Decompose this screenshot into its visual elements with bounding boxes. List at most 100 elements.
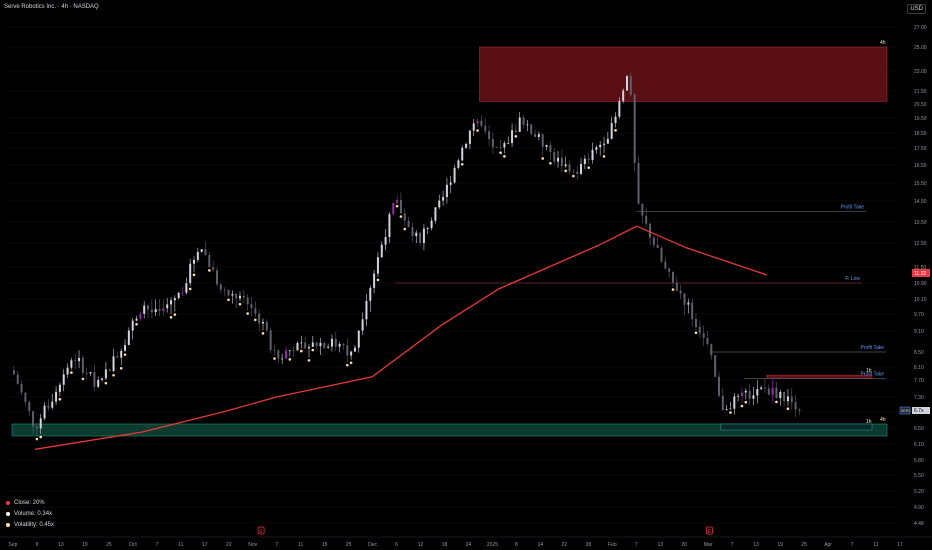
candle-body <box>284 350 287 359</box>
candle-body <box>143 305 146 314</box>
candle-body <box>131 320 134 331</box>
candle-body <box>16 374 19 384</box>
currency-badge[interactable]: USD <box>907 4 926 14</box>
signal-dot <box>729 411 732 414</box>
serv-badge-label: SERV <box>901 409 911 413</box>
candle-body <box>93 372 96 387</box>
candle-body <box>534 133 537 137</box>
legend-item-volume: Volume: 0.34x <box>6 508 54 519</box>
candle-body <box>503 143 506 148</box>
candle-body <box>20 383 23 393</box>
candle-body <box>300 342 303 344</box>
candle-body <box>334 338 337 347</box>
candle-body <box>311 342 314 347</box>
candle-body <box>618 101 621 117</box>
candle-body <box>338 343 341 347</box>
candle-body <box>549 145 552 153</box>
x-tick-label: 19 <box>82 542 88 548</box>
signal-dot <box>549 161 552 165</box>
candle-body <box>242 295 245 298</box>
x-tick-label: 11 <box>298 542 303 548</box>
signal-dot <box>307 359 311 362</box>
candle-body <box>434 207 437 221</box>
candle-body <box>580 164 583 174</box>
y-tick-label: 9.10 <box>914 329 924 335</box>
level-label-3: Profit Take <box>860 371 884 377</box>
x-tick-label: 7 <box>635 542 638 548</box>
candle-body <box>47 405 50 408</box>
zone-supply-4h-0 <box>479 46 888 102</box>
candle-body <box>572 171 575 173</box>
x-tick-label: 28 <box>586 542 592 548</box>
candle-body <box>511 130 514 143</box>
signal-dot <box>112 373 115 377</box>
candle-body <box>246 297 249 305</box>
signal-dot <box>208 269 211 272</box>
signal-dot <box>81 377 85 381</box>
x-tick-label: Dec <box>368 542 377 548</box>
candle-body <box>158 309 161 312</box>
signal-dot <box>602 155 606 158</box>
candle-body <box>717 376 720 396</box>
candle-body <box>277 350 280 359</box>
candle-body <box>698 327 701 334</box>
chart-panel: { "header": { "title": "Serve Robotics I… <box>0 0 932 550</box>
x-tick-label: 24 <box>466 542 472 548</box>
x-tick-label: 25 <box>801 542 807 548</box>
candle-body <box>181 292 184 294</box>
signal-dot <box>564 169 568 173</box>
candle-body <box>70 360 73 368</box>
candle-body <box>422 228 425 243</box>
legend-close-dot <box>6 500 10 505</box>
candle-body <box>763 387 766 389</box>
signal-dot <box>499 151 502 154</box>
price-chart[interactable]: 4h4h1h1h Profit TakeP. LowProfit TakePro… <box>0 0 932 550</box>
candle-body <box>373 273 376 288</box>
candle-body <box>116 356 119 358</box>
candle-body <box>733 396 736 409</box>
candle-body <box>265 321 268 331</box>
candle-body <box>147 305 150 310</box>
x-tick-label: 7 <box>155 542 158 548</box>
candle-body <box>12 370 15 375</box>
y-tick-label: 7.70 <box>914 378 924 384</box>
signal-dot <box>39 435 43 439</box>
x-tick-label: 25 <box>346 542 352 548</box>
x-tick-label: 7 <box>851 542 854 548</box>
candle-body <box>771 387 774 395</box>
chart-title: Serve Robotics Inc. · 4h · NASDAQ <box>4 4 99 10</box>
x-tick-label: 17 <box>897 542 903 548</box>
indicator-legend: Close: 20% Volume: 0.34x Volatility: 0.4… <box>6 497 54 530</box>
candle-body <box>714 355 717 377</box>
candle-body <box>384 237 387 245</box>
candle-body <box>641 203 644 216</box>
candle-body <box>522 117 525 125</box>
candle-body <box>603 143 606 145</box>
signal-dot <box>135 323 138 326</box>
y-tick-label: 7.30 <box>914 395 924 401</box>
candle-body <box>85 373 88 374</box>
signal-dot <box>254 318 257 322</box>
candle-body <box>396 200 399 204</box>
candle-body <box>415 232 418 237</box>
y-tick-label: 20.50 <box>914 102 927 108</box>
x-tick-label: 13 <box>58 542 64 548</box>
zones: 4h4h1h1h <box>11 40 888 437</box>
y-tick-label: 12.50 <box>914 241 927 247</box>
candle-body <box>200 249 203 253</box>
candle-body <box>798 409 801 411</box>
candle-body <box>599 144 602 148</box>
signal-dot <box>238 302 242 306</box>
x-tick-label: 22 <box>562 542 568 548</box>
candle-body <box>652 237 655 245</box>
candle-body <box>227 289 230 296</box>
candle-body <box>679 290 682 294</box>
y-tick-label: 5.80 <box>914 458 924 464</box>
legend-item-volatility: Volatility: 0.45x <box>6 519 54 530</box>
candle-body <box>438 200 441 208</box>
candle-body <box>108 369 111 372</box>
legend-volume-label: Volume: 0.34x <box>14 510 53 517</box>
candle-body <box>564 164 567 167</box>
y-tick-label: 13.50 <box>914 220 927 226</box>
signal-dot <box>273 357 276 360</box>
